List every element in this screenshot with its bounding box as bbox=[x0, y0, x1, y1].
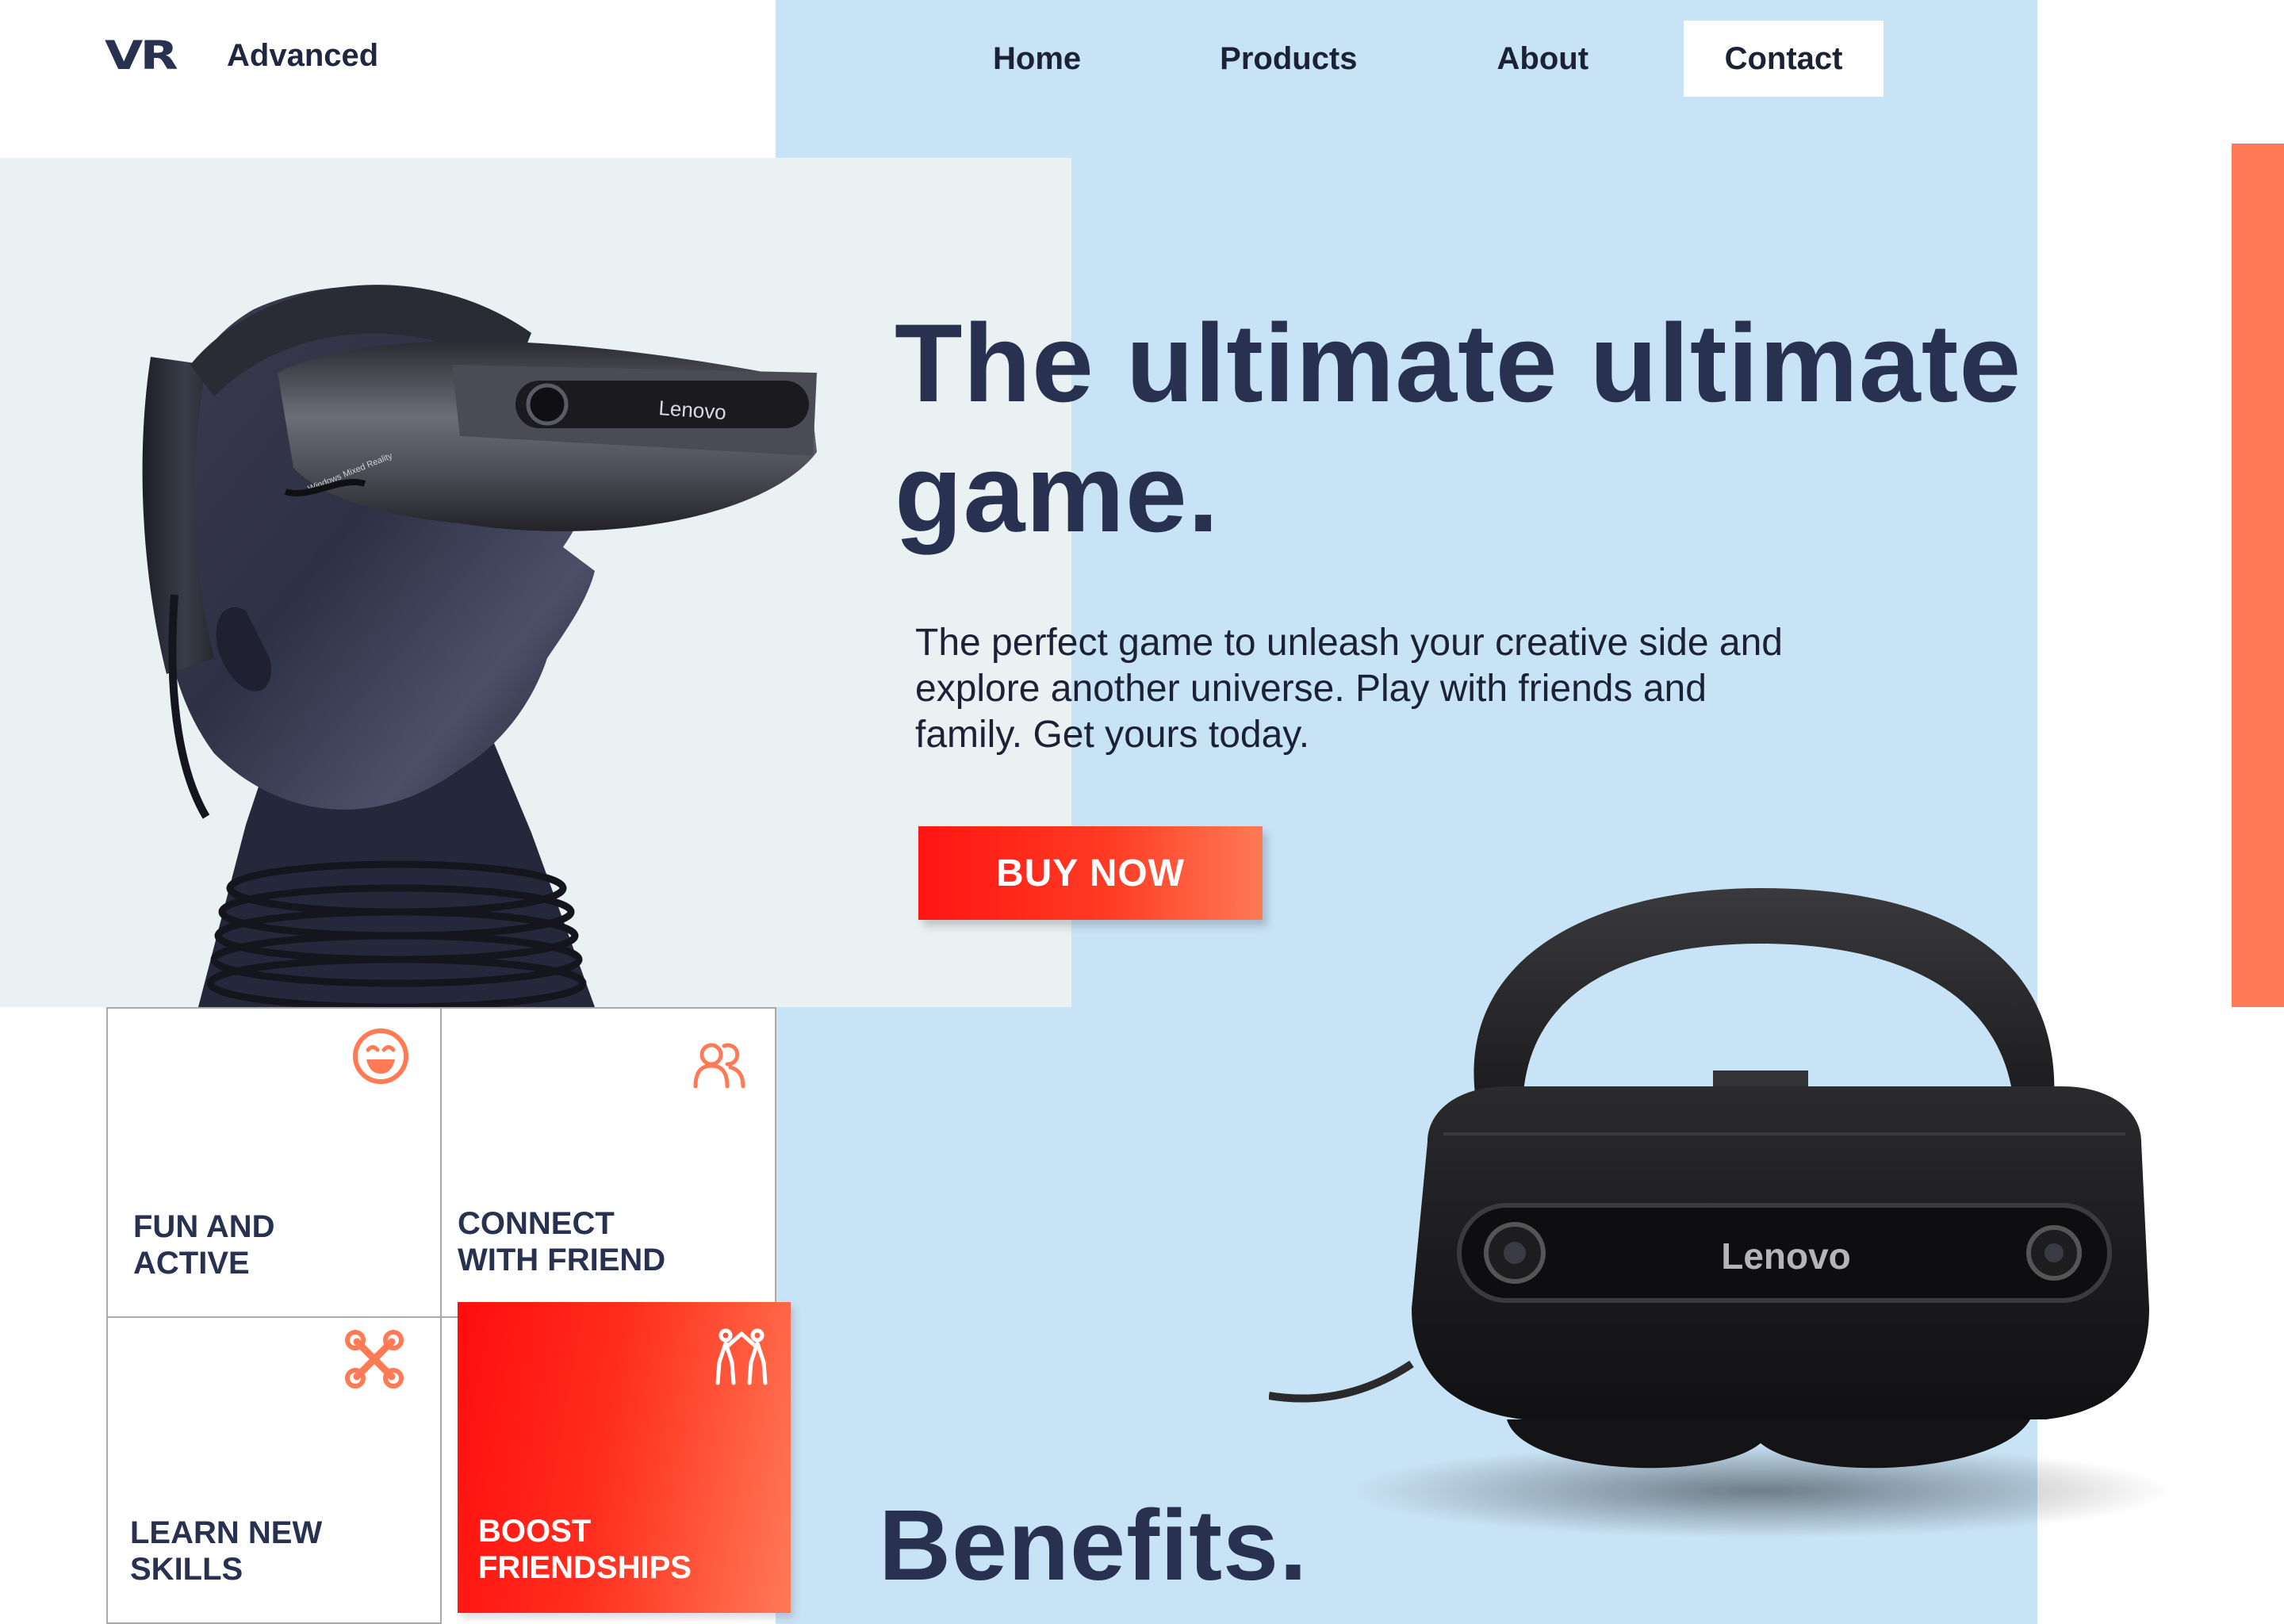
card-label: CONNECT WITH FRIEND bbox=[458, 1206, 666, 1277]
svg-text:Lenovo: Lenovo bbox=[1721, 1235, 1851, 1277]
users-icon bbox=[693, 1043, 745, 1089]
hero-description: The perfect game to unleash your creativ… bbox=[915, 622, 1783, 756]
brand-logo[interactable]: VR Advanced bbox=[105, 32, 378, 79]
nav-home[interactable]: Home bbox=[993, 41, 1081, 77]
benefit-card-boost[interactable]: BOOST FRIENDSHIPS bbox=[458, 1302, 791, 1613]
friends-icon bbox=[715, 1328, 768, 1385]
svg-text:Lenovo: Lenovo bbox=[658, 396, 727, 424]
brand-mark: VR bbox=[105, 33, 178, 79]
benefit-card-connect[interactable]: CONNECT WITH FRIEND bbox=[440, 1007, 776, 1318]
side-accent-bar bbox=[2232, 144, 2284, 1007]
main-nav: Home Products About Contact bbox=[942, 21, 1884, 97]
benefit-card-learn[interactable]: LEARN NEW SKILLS bbox=[106, 1316, 442, 1624]
nav-products[interactable]: Products bbox=[1220, 41, 1357, 77]
hero-title: The ultimate ultimate game. bbox=[895, 301, 2022, 555]
card-label: BOOST FRIENDSHIPS bbox=[478, 1514, 692, 1585]
product-headset-image: Lenovo bbox=[1269, 888, 2173, 1538]
brand-name: Advanced bbox=[227, 37, 379, 73]
buy-now-button[interactable]: BUY NOW bbox=[918, 826, 1263, 920]
card-label: FUN AND ACTIVE bbox=[133, 1209, 275, 1281]
benefit-card-fun[interactable]: FUN AND ACTIVE bbox=[106, 1007, 442, 1318]
benefits-title: Benefits. bbox=[879, 1489, 1309, 1601]
card-label: LEARN NEW SKILLS bbox=[130, 1515, 323, 1587]
nav-about[interactable]: About bbox=[1497, 41, 1589, 77]
hero-headset-mannequin-image: Lenovo Windows Mixed Reality bbox=[142, 285, 817, 1007]
tools-icon bbox=[345, 1330, 404, 1388]
smiley-icon bbox=[353, 1028, 408, 1084]
nav-contact[interactable]: Contact bbox=[1684, 21, 1884, 97]
